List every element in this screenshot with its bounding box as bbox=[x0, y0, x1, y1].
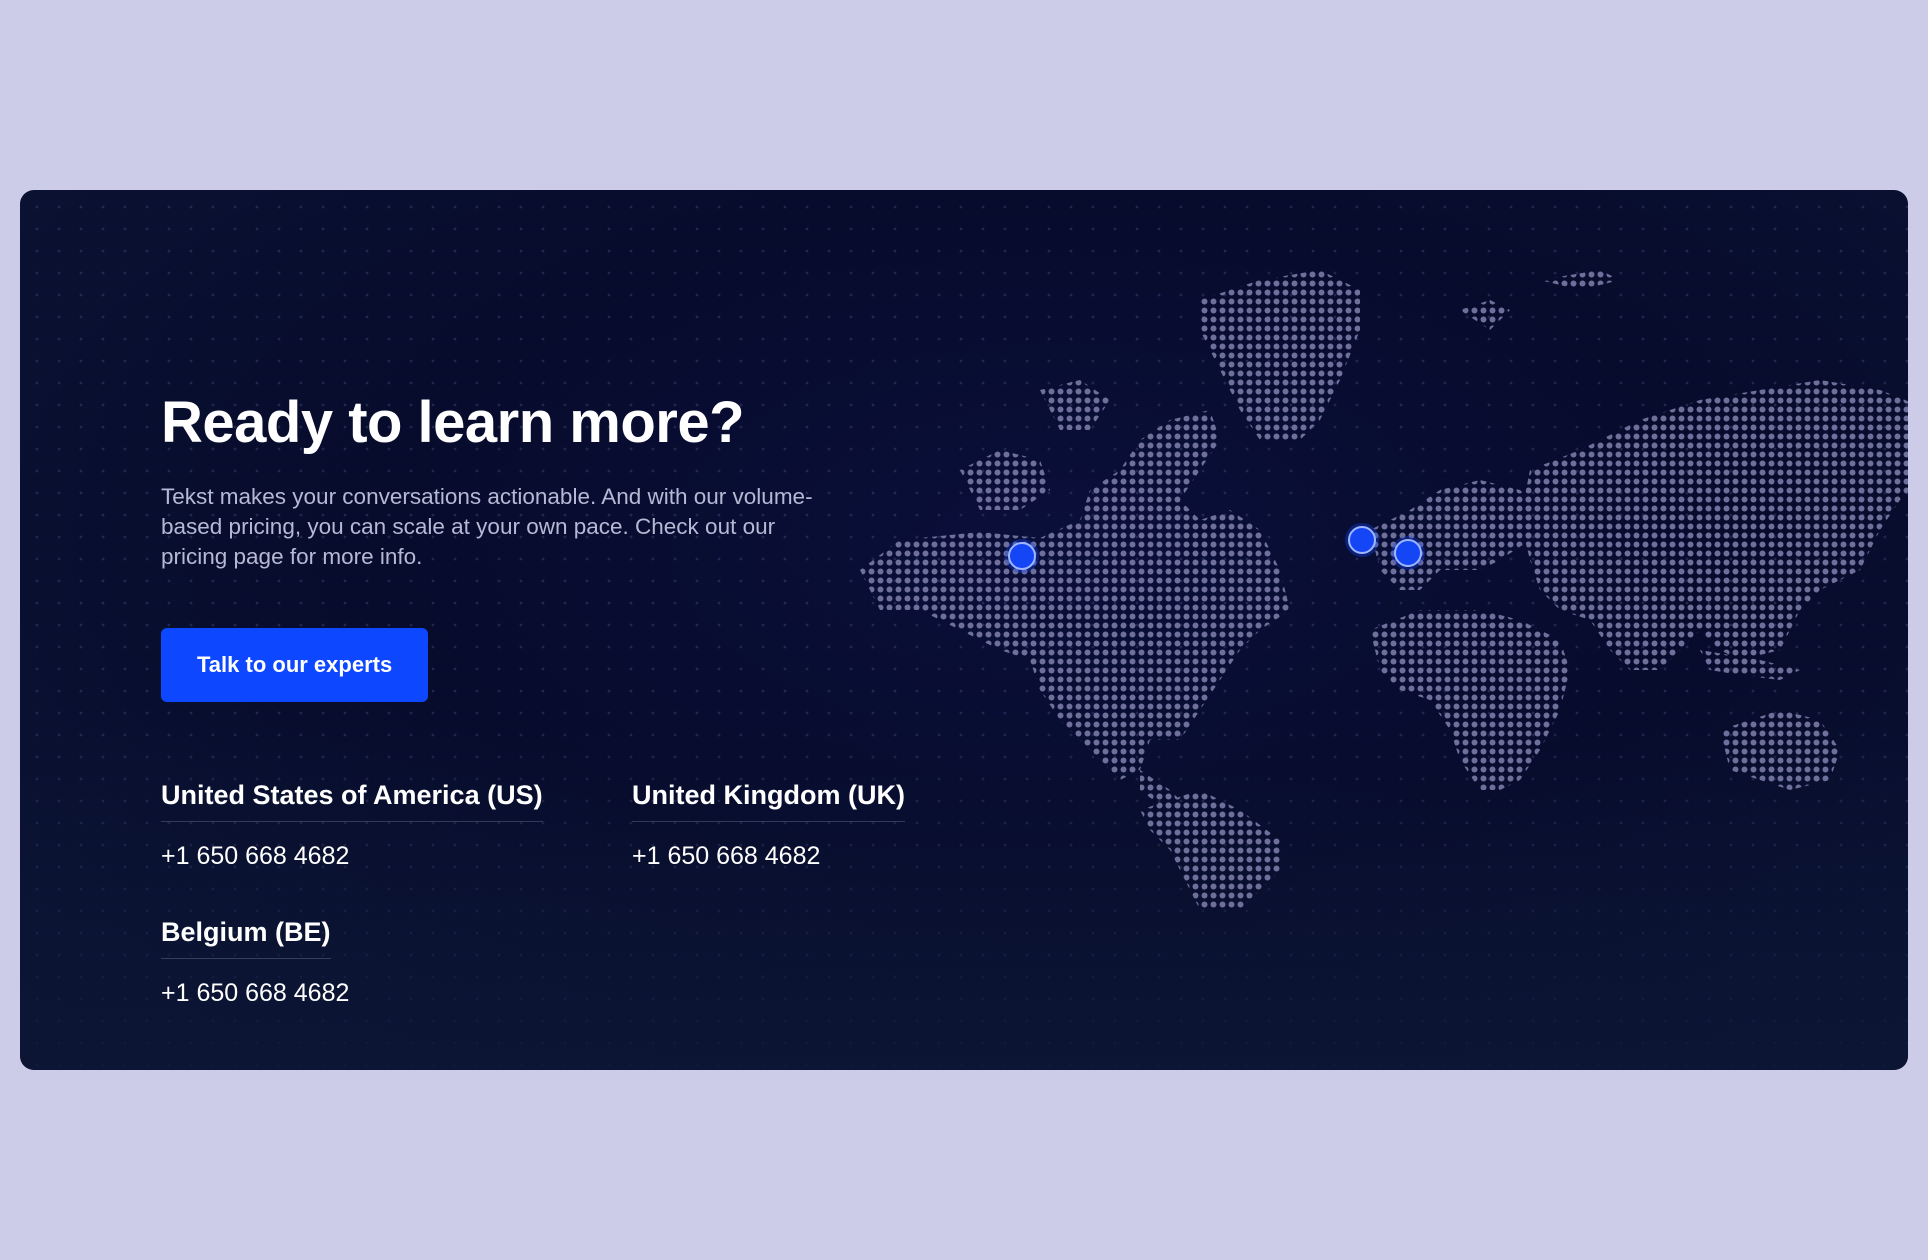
headline: Ready to learn more? bbox=[161, 390, 745, 455]
office-uk: United Kingdom (UK) +1 650 668 4682 bbox=[632, 780, 932, 871]
talk-to-experts-button[interactable]: Talk to our experts bbox=[161, 628, 429, 702]
cta-content: Ready to learn more? Tekst makes your co… bbox=[161, 390, 932, 1008]
be-location-pin[interactable] bbox=[1394, 539, 1422, 567]
world-map-icon bbox=[860, 270, 1908, 910]
us-location-pin[interactable] bbox=[1008, 542, 1036, 570]
office-phone[interactable]: +1 650 668 4682 bbox=[161, 842, 573, 871]
office-list: United States of America (US) +1 650 668… bbox=[161, 780, 932, 1008]
office-phone[interactable]: +1 650 668 4682 bbox=[632, 842, 932, 871]
cta-card: Ready to learn more? Tekst makes your co… bbox=[20, 190, 1908, 1070]
intro-text: Tekst makes your conversations actionabl… bbox=[161, 484, 813, 569]
office-name: United Kingdom (UK) bbox=[632, 780, 905, 822]
uk-location-pin[interactable] bbox=[1348, 526, 1376, 554]
office-us: United States of America (US) +1 650 668… bbox=[161, 780, 573, 871]
office-be: Belgium (BE) +1 650 668 4682 bbox=[161, 917, 573, 1008]
office-name: United States of America (US) bbox=[161, 780, 543, 822]
office-phone[interactable]: +1 650 668 4682 bbox=[161, 979, 573, 1008]
office-name: Belgium (BE) bbox=[161, 917, 331, 959]
